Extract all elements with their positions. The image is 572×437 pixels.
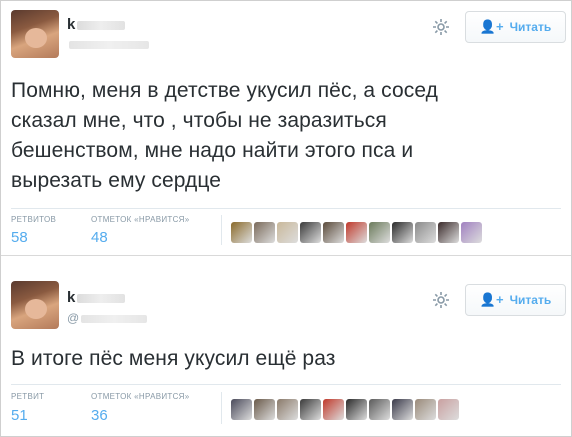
likes-label: ОТМЕТОК «НРАВИТСЯ»: [91, 215, 190, 224]
liker-avatar[interactable]: [438, 399, 459, 420]
likers-avatars: [231, 222, 482, 243]
name-blur: [77, 293, 126, 303]
tweet-1: k 👤+ Читать Помню, меня в детстве укусил…: [1, 1, 571, 253]
tweet-text-line: сказал мне, что , чтобы не заразиться: [11, 109, 387, 132]
retweets-label: РЕТВИТОВ: [11, 215, 57, 224]
liker-avatar[interactable]: [415, 222, 436, 243]
liker-avatar[interactable]: [277, 399, 298, 420]
username[interactable]: @: [67, 311, 148, 325]
add-user-icon: 👤+: [479, 19, 504, 34]
stats-separator: [221, 392, 222, 424]
likes-count[interactable]: 36: [91, 407, 108, 424]
follow-button[interactable]: 👤+ Читать: [465, 11, 566, 43]
follow-button[interactable]: 👤+ Читать: [465, 284, 566, 316]
gear-icon[interactable]: [431, 290, 451, 310]
liker-avatar[interactable]: [300, 399, 321, 420]
tweet-2: k @ 👤+ Читать В итоге пёс меня укусил ещ…: [1, 255, 571, 437]
retweets-count[interactable]: 58: [11, 229, 28, 246]
display-name[interactable]: k: [67, 289, 126, 306]
retweets-label: РЕТВИТ: [11, 392, 45, 401]
divider: [11, 384, 561, 385]
liker-avatar[interactable]: [231, 399, 252, 420]
liker-avatar[interactable]: [346, 399, 367, 420]
handle-blur: [69, 40, 149, 49]
retweets-count[interactable]: 51: [11, 407, 28, 424]
username[interactable]: [67, 37, 149, 51]
display-name[interactable]: k: [67, 16, 126, 33]
liker-avatar[interactable]: [369, 399, 390, 420]
liker-avatar[interactable]: [323, 222, 344, 243]
tweet-text-line: бешенством, мне надо найти этого пса и: [11, 139, 414, 162]
avatar[interactable]: [11, 281, 59, 329]
tweet-text: Помню, меня в детстве укусил пёс, а сосе…: [11, 76, 438, 196]
name-blur: [77, 20, 126, 30]
liker-avatar[interactable]: [415, 399, 436, 420]
handle-blur: [81, 314, 148, 323]
tweet-text-line: Помню, меня в детстве укусил пёс, а сосе…: [11, 79, 439, 102]
liker-avatar[interactable]: [369, 222, 390, 243]
follow-button-label: Читать: [509, 20, 552, 34]
username-text: @: [67, 311, 80, 325]
liker-avatar[interactable]: [231, 222, 252, 243]
liker-avatar[interactable]: [438, 222, 459, 243]
liker-avatar[interactable]: [300, 222, 321, 243]
display-name-text: k: [67, 289, 76, 306]
liker-avatar[interactable]: [277, 222, 298, 243]
add-user-icon: 👤+: [479, 292, 504, 307]
likers-avatars: [231, 399, 459, 420]
liker-avatar[interactable]: [254, 222, 275, 243]
divider: [11, 208, 561, 209]
gear-icon[interactable]: [431, 17, 451, 37]
display-name-text: k: [67, 16, 76, 33]
liker-avatar[interactable]: [346, 222, 367, 243]
liker-avatar[interactable]: [461, 222, 482, 243]
tweet-text-line: В итоге пёс меня укусил ещё раз: [11, 347, 336, 370]
liker-avatar[interactable]: [392, 222, 413, 243]
liker-avatar[interactable]: [392, 399, 413, 420]
avatar[interactable]: [11, 10, 59, 58]
tweet-screenshot: k 👤+ Читать Помню, меня в детстве укусил…: [0, 0, 572, 437]
likes-count[interactable]: 48: [91, 229, 108, 246]
liker-avatar[interactable]: [254, 399, 275, 420]
stats-separator: [221, 215, 222, 245]
tweet-text-line: вырезать ему сердце: [11, 169, 222, 192]
tweet-text: В итоге пёс меня укусил ещё раз: [11, 344, 335, 374]
follow-button-label: Читать: [509, 293, 552, 307]
likes-label: ОТМЕТОК «НРАВИТСЯ»: [91, 392, 190, 401]
liker-avatar[interactable]: [323, 399, 344, 420]
